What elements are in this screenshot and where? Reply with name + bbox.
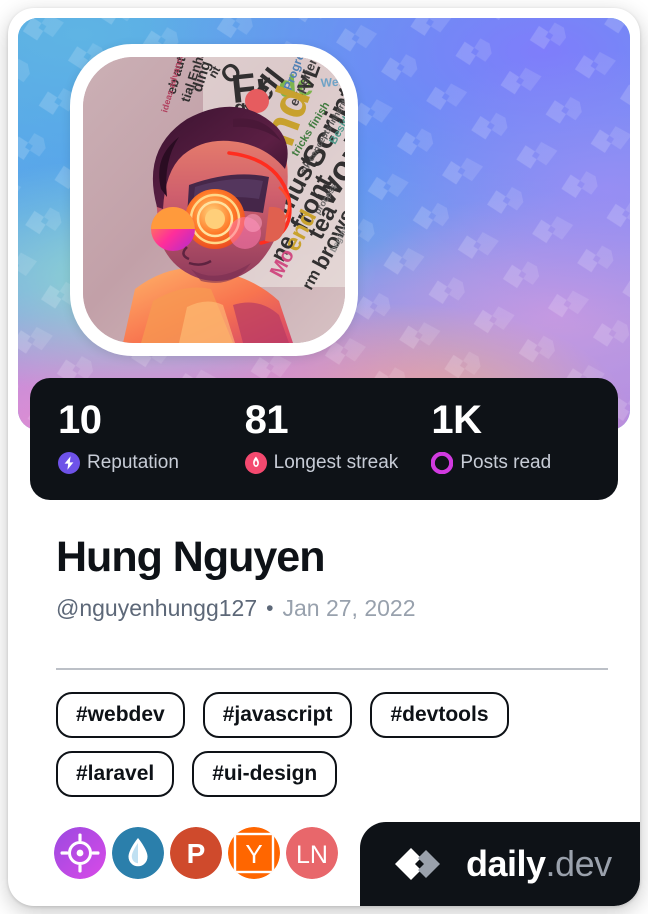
target-badge-icon[interactable] [54,827,106,879]
stat-label: Longest streak [273,452,399,473]
stat-label: Posts read [460,452,552,473]
brand-suffix: .dev [545,843,613,884]
joined-date: Jan 27, 2022 [282,595,416,621]
badge-glyph: P [187,838,206,869]
stat-value: 1K [431,398,482,442]
user-handle: @nguyenhungg127 [56,595,258,621]
water-drop-badge-icon[interactable] [112,827,164,879]
daily-dev-logo-plate: daily.dev [360,822,640,906]
avatar: Fr de VL experience Web Progressive well… [83,57,345,343]
daily-dev-chevron-logo-icon [395,848,440,880]
tag-chip[interactable]: #laravel [56,751,175,797]
divider [56,668,608,670]
hacker-news-badge-icon[interactable]: Y [228,827,280,879]
stat-value: 10 [58,398,102,442]
badge-glyph: LN [296,841,328,869]
tag-chip[interactable]: #webdev [56,692,185,738]
bolt-icon [58,452,80,474]
stat-label: Reputation [87,452,179,473]
brand-name: daily [466,843,546,884]
tag-list: #webdev #javascript #devtools #laravel #… [56,692,616,797]
flame-icon [244,452,267,474]
stat-longest-streak: 81 Longest streak [244,398,432,500]
cover-banner: Fr de VL experience Web Progressive well… [18,18,630,430]
page-title: Hung Nguyen [56,533,325,581]
tag-chip[interactable]: #ui-design [192,751,338,797]
stat-value: 81 [244,398,289,442]
identity-subline: @nguyenhungg127 • Jan 27, 2022 [56,595,616,622]
stats-bar: 10 Reputation 81 Longest streak 1K Posts… [30,378,618,500]
ln-badge-icon[interactable]: LN [286,827,338,879]
badge-glyph: Y [245,839,262,869]
tag-chip[interactable]: #devtools [370,692,509,738]
brand-wordmark: daily.dev [466,844,612,884]
identity-block: Hung Nguyen @nguyenhungg127 • Jan 27, 20… [56,532,616,622]
product-hunt-badge-icon[interactable]: P [170,827,222,879]
separator-dot: • [266,597,274,620]
stat-posts-read: 1K Posts read [431,398,618,500]
avatar-frame: Fr de VL experience Web Progressive well… [70,44,358,356]
tag-chip[interactable]: #javascript [202,692,353,738]
devcard[interactable]: Fr de VL experience Web Progressive well… [8,8,640,906]
source-badge-list: P Y LN [54,827,338,879]
ring-icon [431,452,454,474]
stat-reputation: 10 Reputation [58,398,245,500]
